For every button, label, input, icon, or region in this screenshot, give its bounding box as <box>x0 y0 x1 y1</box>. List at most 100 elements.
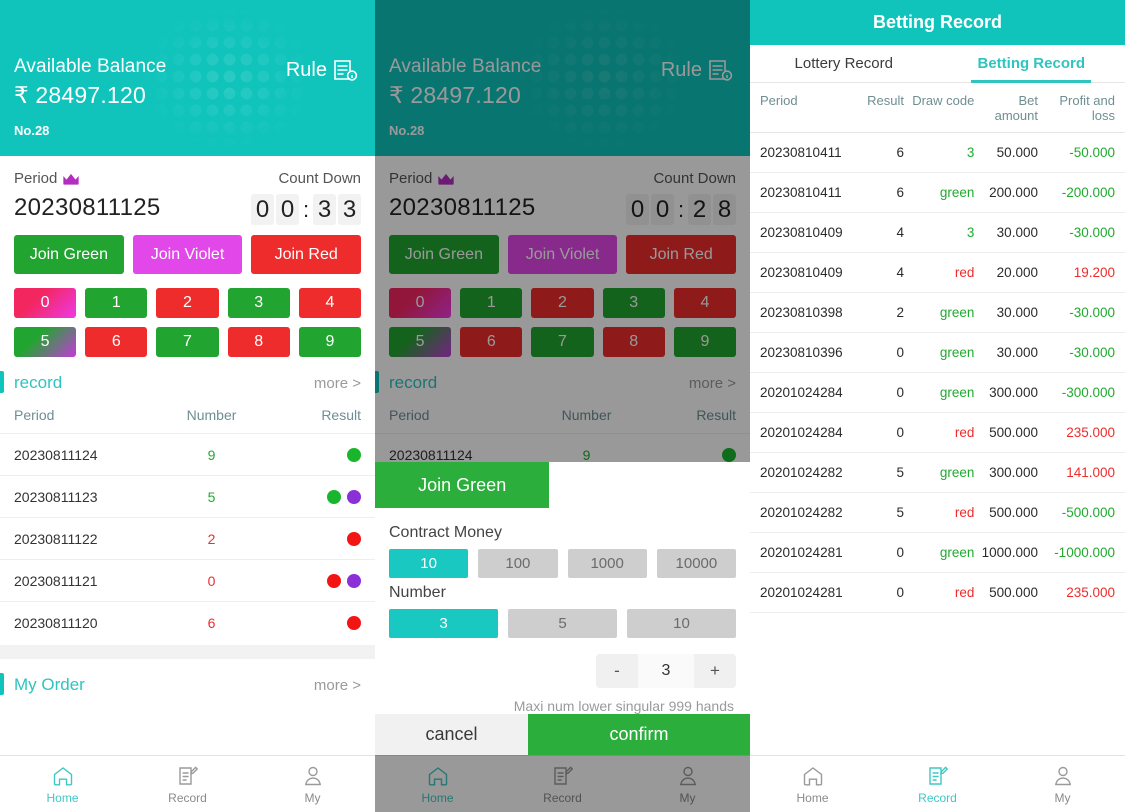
table-row: 20230810396 0 green 30.000 -30.000 <box>750 333 1125 373</box>
join-green-button[interactable]: Join Green <box>14 235 124 274</box>
money-chip-10000[interactable]: 10000 <box>656 549 736 578</box>
betting-table-body: 20230810411 6 3 50.000 -50.000 20230810411 6 gr… <box>750 133 1125 613</box>
modal-footer: cancel confirm <box>375 714 750 755</box>
tab-my[interactable]: My <box>250 764 375 805</box>
money-chip-1000[interactable]: 1000 <box>567 549 647 578</box>
row-period: 20201024282 <box>760 465 843 480</box>
row-profit-loss: -30.000 <box>1069 305 1115 320</box>
number-button-1[interactable]: 1 <box>85 288 148 318</box>
table-row: 20230810398 2 green 30.000 -30.000 <box>750 293 1125 333</box>
row-bet-amount: 500.000 <box>989 585 1038 600</box>
number-button-5[interactable]: 5 <box>14 327 77 357</box>
account-no: No.28 <box>14 123 50 138</box>
record-table-header: Period Number Result <box>0 399 375 433</box>
row-period: 20230811124 <box>14 446 98 463</box>
number-chip-10[interactable]: 10 <box>627 609 736 638</box>
row-bet-amount: 30.000 <box>996 225 1038 240</box>
money-chip-10[interactable]: 10 <box>389 549 469 578</box>
row-result: 0 <box>896 385 905 400</box>
stepper-plus-button[interactable]: + <box>694 654 736 688</box>
confirm-button[interactable]: confirm <box>528 714 750 755</box>
row-result <box>265 531 361 546</box>
row-result: 5 <box>896 465 905 480</box>
row-period: 20230810396 <box>760 345 843 360</box>
result-dot-red <box>347 615 361 630</box>
number-chip-5[interactable]: 5 <box>508 609 617 638</box>
record-more-link[interactable]: more > <box>314 375 361 392</box>
number-button-0[interactable]: 0 <box>14 288 77 318</box>
row-period: 20230811123 <box>14 488 98 505</box>
balance-amount: ₹ 28497.120 <box>14 82 146 108</box>
number-button-6[interactable]: 6 <box>85 327 148 357</box>
number-button-7[interactable]: 7 <box>156 327 219 357</box>
row-profit-loss: -500.000 <box>1061 505 1115 520</box>
cancel-button[interactable]: cancel <box>375 714 529 755</box>
table-row: 20201024282 5 green 300.000 141.000 <box>750 453 1125 493</box>
tab-home-label: Home <box>796 790 829 805</box>
table-row: 20230811122 2 <box>0 517 375 559</box>
row-period: 20201024284 <box>760 425 843 440</box>
result-dot-violet <box>347 573 361 588</box>
join-violet-button[interactable]: Join Violet <box>132 235 243 274</box>
row-period: 20201024281 <box>760 545 843 560</box>
row-bet-amount: 1000.000 <box>981 545 1038 560</box>
tab-home[interactable]: Home <box>0 764 125 805</box>
result-dot-green <box>347 447 361 462</box>
number-button-9[interactable]: 9 <box>298 327 361 357</box>
quantity-stepper-wrap: -3 + <box>389 654 736 688</box>
row-draw-code: green <box>939 185 975 200</box>
row-draw-code: green <box>939 465 975 480</box>
row-draw-code: red <box>954 425 975 440</box>
tab-record[interactable]: Record <box>125 764 250 805</box>
my-order-more-link[interactable]: more > <box>314 677 361 694</box>
bottom-tabbar-1: Home Record My <box>0 755 375 812</box>
number-button-2[interactable]: 2 <box>156 288 219 318</box>
row-period: 20201024281 <box>760 585 843 600</box>
row-result: 0 <box>896 545 905 560</box>
table-row: 20201024284 0 red 500.000 235.000 <box>750 413 1125 453</box>
number-button-8[interactable]: 8 <box>227 327 290 357</box>
table-row: 20230811123 5 <box>0 475 375 517</box>
section-accent-bar <box>0 371 4 393</box>
row-profit-loss: -200.000 <box>1061 185 1115 200</box>
my-order-header: My Order more > <box>0 659 375 709</box>
tab-home[interactable]: Home <box>750 764 875 805</box>
table-row: 20230810411 6 3 50.000 -50.000 <box>750 133 1125 173</box>
max-hands-hint: Maxi num lower singular 999 hands <box>513 698 734 714</box>
col-period: Period <box>760 93 798 108</box>
row-period: 20230810409 <box>760 225 843 240</box>
tab-betting-record[interactable]: Betting Record <box>938 45 1125 83</box>
row-result <box>265 615 361 630</box>
tab-record-label: Record <box>168 790 207 805</box>
join-red-button[interactable]: Join Red <box>251 235 362 274</box>
panel-betting-record: Betting Record Lottery Record Betting Re… <box>750 0 1125 812</box>
row-result: 6 <box>896 145 905 160</box>
stepper-value[interactable]: 3 <box>638 654 694 688</box>
table-row: 20201024284 0 green 300.000 -300.000 <box>750 373 1125 413</box>
row-bet-amount: 300.000 <box>989 385 1038 400</box>
row-profit-loss: -300.000 <box>1061 385 1115 400</box>
number-chip-3[interactable]: 3 <box>389 609 498 638</box>
row-profit-loss: -30.000 <box>1069 225 1115 240</box>
rule-button[interactable]: Rule <box>286 58 359 82</box>
bet-confirm-modal: Join Green Contract Money 10 100 1000 10000 Nu… <box>375 462 750 755</box>
table-row: 20230810409 4 3 30.000 -30.000 <box>750 213 1125 253</box>
row-profit-loss: -50.000 <box>1069 145 1115 160</box>
number-button-4[interactable]: 4 <box>298 288 361 318</box>
row-result <box>265 573 361 588</box>
person-icon <box>1054 766 1071 785</box>
money-chip-100[interactable]: 100 <box>478 549 558 578</box>
countdown-separator: : <box>302 196 310 222</box>
record-col-result: Result <box>321 407 361 423</box>
row-profit-loss: -30.000 <box>1069 345 1115 360</box>
person-icon <box>304 766 321 785</box>
number-options: 3 5 10 <box>389 609 736 638</box>
number-button-3[interactable]: 3 <box>227 288 290 318</box>
balance-label: Available Balance <box>14 56 167 77</box>
row-profit-loss: 141.000 <box>1066 465 1115 480</box>
tab-record[interactable]: Record <box>875 764 1000 805</box>
stepper-minus-button[interactable]: - <box>596 654 638 688</box>
tab-my[interactable]: My <box>1000 764 1125 805</box>
row-bet-amount: 30.000 <box>996 345 1038 360</box>
tab-lottery-record[interactable]: Lottery Record <box>750 45 938 82</box>
